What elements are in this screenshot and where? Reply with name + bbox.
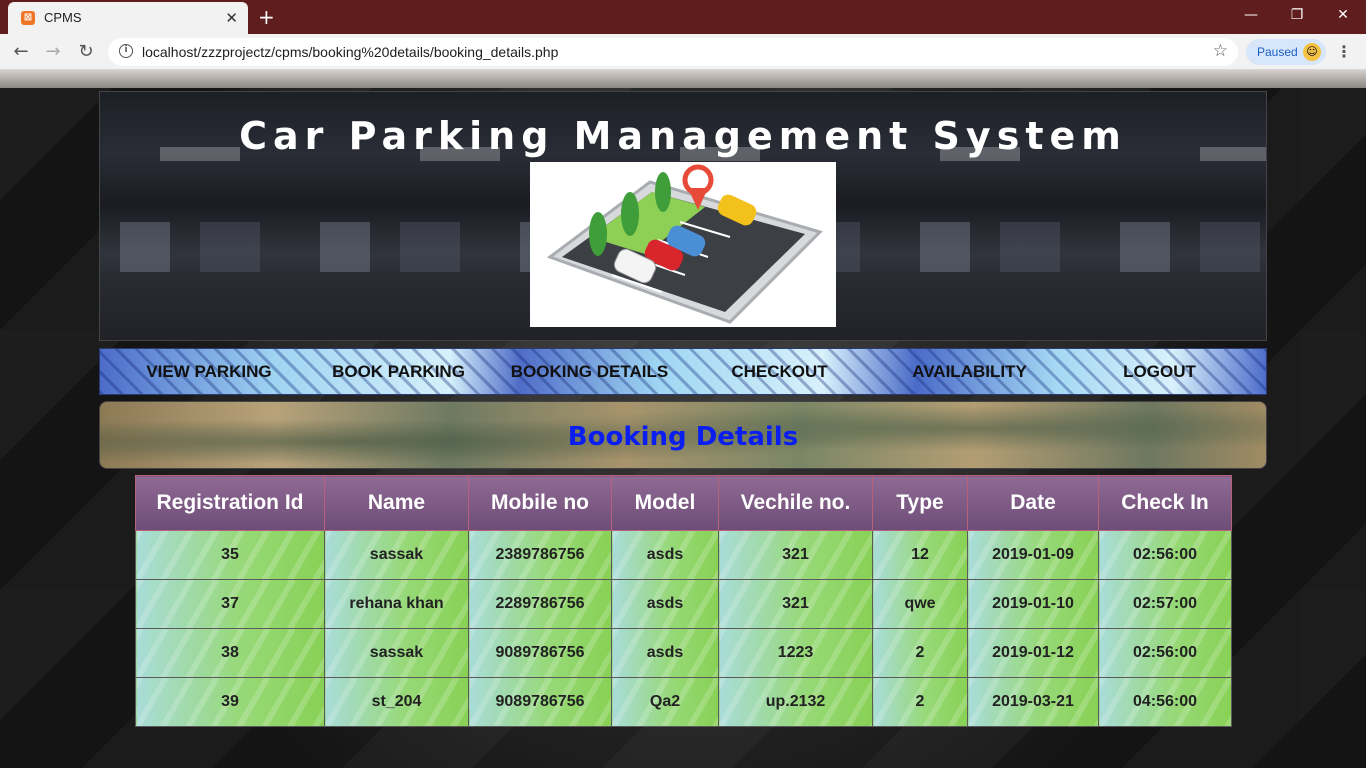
table-cell: 2019-01-10 (967, 579, 1099, 629)
table-header-row: Registration Id Name Mobile no Model Vec… (135, 475, 1232, 531)
parking-app-illustration (530, 162, 836, 327)
table-cell: 2 (872, 677, 968, 727)
site-title: Car Parking Management System (239, 114, 1127, 158)
xampp-favicon-icon: ⊠ (21, 11, 35, 25)
table-row: 35 sassak 2389786756 asds 321 12 2019-01… (135, 530, 1232, 580)
section-banner: Booking Details (99, 401, 1267, 469)
column-header: Registration Id (135, 475, 325, 531)
table-cell: 04:56:00 (1098, 677, 1232, 727)
address-bar[interactable]: i localhost/zzzprojectz/cpms/booking%20d… (108, 38, 1238, 66)
table-row: 39 st_204 9089786756 Qa2 up.2132 2 2019-… (135, 677, 1232, 727)
table-row: 38 sassak 9089786756 asds 1223 2 2019-01… (135, 628, 1232, 678)
nav-book-parking[interactable]: BOOK PARKING (301, 349, 496, 396)
table-cell: 2019-01-09 (967, 530, 1099, 580)
table-cell: 02:57:00 (1098, 579, 1232, 629)
table-cell: 9089786756 (468, 628, 612, 678)
column-header: Vechile no. (718, 475, 873, 531)
table-cell: up.2132 (718, 677, 873, 727)
table-cell: 9089786756 (468, 677, 612, 727)
table-cell: 321 (718, 579, 873, 629)
table-cell: 2 (872, 628, 968, 678)
table-cell: Qa2 (611, 677, 719, 727)
back-icon[interactable]: ← (9, 40, 33, 64)
table-cell: 1223 (718, 628, 873, 678)
page-top-strip (0, 70, 1366, 88)
minimize-icon[interactable]: — (1236, 5, 1266, 25)
table-cell: st_204 (324, 677, 469, 727)
table-cell: 35 (135, 530, 325, 580)
close-tab-icon[interactable]: ✕ (225, 9, 238, 27)
table-cell: 02:56:00 (1098, 628, 1232, 678)
column-header: Check In (1098, 475, 1232, 531)
browser-tab-strip: ⊠ CPMS ✕ + — ❐ ✕ (0, 0, 1366, 34)
chrome-menu-icon[interactable]: ⋮ (1336, 42, 1352, 62)
bookmark-star-icon[interactable]: ☆ (1213, 41, 1228, 61)
site-header: Car Parking Management System (99, 91, 1267, 341)
booking-details-table: Registration Id Name Mobile no Model Vec… (135, 475, 1232, 727)
profile-avatar-icon: ☺ (1303, 43, 1321, 61)
nav-availability[interactable]: AVAILABILITY (873, 349, 1066, 396)
browser-tab[interactable]: ⊠ CPMS ✕ (8, 2, 248, 34)
nav-booking-details[interactable]: BOOKING DETAILS (493, 349, 686, 396)
table-cell: 12 (872, 530, 968, 580)
url-text[interactable]: localhost/zzzprojectz/cpms/booking%20det… (142, 44, 558, 60)
table-row: 37 rehana khan 2289786756 asds 321 qwe 2… (135, 579, 1232, 629)
reload-icon[interactable]: ↻ (74, 40, 98, 64)
table-cell: rehana khan (324, 579, 469, 629)
table-cell: qwe (872, 579, 968, 629)
column-header: Date (967, 475, 1099, 531)
section-title: Booking Details (567, 422, 799, 452)
table-cell: sassak (324, 530, 469, 580)
table-cell: 2289786756 (468, 579, 612, 629)
tab-title: CPMS (44, 10, 82, 25)
table-cell: asds (611, 628, 719, 678)
main-nav: VIEW PARKING BOOK PARKING BOOKING DETAIL… (99, 348, 1267, 395)
table-cell: 2019-01-12 (967, 628, 1099, 678)
column-header: Mobile no (468, 475, 612, 531)
forward-icon[interactable]: → (41, 40, 65, 64)
profile-status: Paused (1257, 45, 1298, 59)
info-icon[interactable]: i (119, 44, 133, 58)
table-cell: 321 (718, 530, 873, 580)
column-header: Name (324, 475, 469, 531)
table-cell: 39 (135, 677, 325, 727)
nav-view-parking[interactable]: VIEW PARKING (100, 349, 318, 396)
window-close-icon[interactable]: ✕ (1328, 5, 1358, 25)
nav-checkout[interactable]: CHECKOUT (683, 349, 876, 396)
table-cell: 38 (135, 628, 325, 678)
new-tab-icon[interactable]: + (258, 5, 275, 29)
table-cell: 2389786756 (468, 530, 612, 580)
column-header: Type (872, 475, 968, 531)
nav-logout[interactable]: LOGOUT (1063, 349, 1256, 396)
table-cell: 2019-03-21 (967, 677, 1099, 727)
table-cell: asds (611, 579, 719, 629)
table-cell: 02:56:00 (1098, 530, 1232, 580)
page-body: Car Parking Management System VIEW PARKI… (0, 70, 1366, 768)
profile-button[interactable]: Paused ☺ (1246, 39, 1326, 65)
table-cell: asds (611, 530, 719, 580)
column-header: Model (611, 475, 719, 531)
maximize-icon[interactable]: ❐ (1282, 5, 1312, 25)
table-cell: 37 (135, 579, 325, 629)
browser-toolbar: ← → ↻ i localhost/zzzprojectz/cpms/booki… (0, 34, 1366, 70)
table-cell: sassak (324, 628, 469, 678)
